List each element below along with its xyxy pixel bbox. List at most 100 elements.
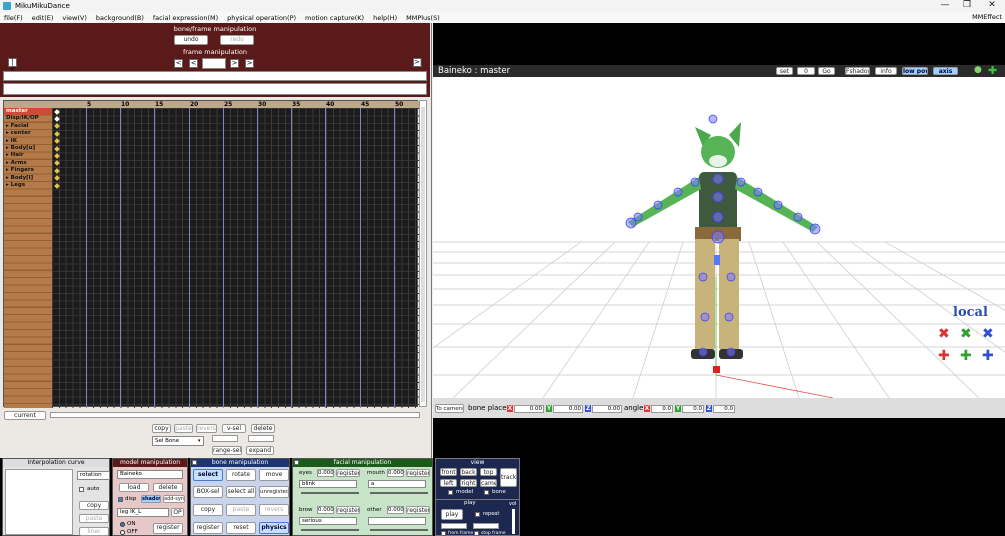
other-register-button[interactable]: register — [406, 506, 430, 514]
zoom-icon[interactable]: ● — [974, 65, 982, 75]
place-y-input[interactable]: 0.00 — [553, 405, 583, 413]
move-z-icon[interactable]: ✚ — [982, 348, 994, 364]
interp-copy-button[interactable]: copy — [79, 501, 109, 510]
keyframe-marker[interactable] — [54, 167, 60, 174]
move-x-icon[interactable]: ✚ — [938, 348, 950, 364]
interp-paste-button[interactable]: paste — [79, 514, 109, 523]
bone-copy-button[interactable]: copy — [193, 504, 223, 516]
track-body-upper[interactable]: ▸ Body[u] — [6, 145, 35, 151]
rotate-z-icon[interactable]: ✖ — [982, 326, 994, 342]
off-radio[interactable] — [120, 530, 125, 535]
track-master[interactable]: master — [6, 108, 28, 114]
bone-register-button[interactable]: register — [193, 522, 223, 534]
prev-frame-button[interactable]: < — [189, 59, 198, 68]
angle-y-input[interactable]: 0.0 — [682, 405, 704, 413]
keyframe-marker[interactable] — [54, 130, 60, 137]
menu-mmplus[interactable]: MMPlus(S) — [406, 14, 440, 22]
keyframe-marker[interactable] — [54, 138, 60, 144]
maximize-button[interactable]: ❐ — [954, 0, 980, 12]
delete-model-button[interactable]: delete — [153, 483, 183, 492]
frame-number-input[interactable]: 0 — [202, 58, 226, 69]
view-track-button[interactable]: track — [500, 468, 517, 487]
eyes-slider[interactable] — [301, 492, 359, 494]
next-key-button[interactable]: > — [245, 59, 254, 68]
eyes-value[interactable]: 0.000 — [317, 469, 334, 477]
to-camera-button[interactable]: To camera — [435, 404, 464, 413]
add-icon[interactable]: ✚ — [988, 64, 997, 77]
model-view-checkbox[interactable] — [448, 490, 453, 495]
bone-reset-button[interactable]: reset — [226, 522, 256, 534]
other-morph-select[interactable] — [368, 517, 426, 525]
axis-button[interactable]: axis — [933, 67, 958, 75]
menu-mmeffect[interactable]: MMEffect — [972, 12, 1002, 23]
character-model[interactable] — [625, 114, 821, 373]
viewport-frame-input[interactable]: 0 — [797, 67, 815, 75]
low-pow-button[interactable]: low pow — [902, 67, 928, 75]
close-button[interactable]: ✕ — [979, 0, 1005, 12]
angle-z-input[interactable]: 0.0 — [713, 405, 735, 413]
go-button[interactable]: Go — [818, 67, 835, 75]
mouth-register-button[interactable]: register — [406, 469, 430, 477]
timeline-scrollbar[interactable] — [419, 100, 427, 407]
box-sel-button[interactable]: BOX-sel — [193, 486, 223, 498]
menu-edit[interactable]: edit(E) — [32, 14, 54, 22]
scroll-thumb[interactable] — [421, 107, 425, 402]
track-body-lower[interactable]: ▸ Body[l] — [6, 175, 33, 181]
unregisted-button[interactable]: unregisted — [259, 486, 289, 498]
reverse-frames-button[interactable]: revers — [196, 424, 217, 433]
timeline-grid[interactable] — [52, 108, 419, 408]
timeline[interactable]: 5 10 15 20 25 30 35 40 45 50 master Disp… — [3, 100, 419, 408]
redo-button[interactable]: redo — [220, 35, 254, 45]
first-frame-button[interactable]: |< — [8, 58, 17, 73]
bone-view-checkbox[interactable] — [484, 490, 489, 495]
place-x-input[interactable]: 0.00 — [514, 405, 544, 413]
undo-button[interactable]: undo — [174, 35, 208, 45]
range-start-input[interactable] — [212, 435, 238, 442]
repeat-checkbox[interactable] — [475, 512, 480, 517]
delete-frames-button[interactable]: delete — [251, 424, 275, 433]
current-button[interactable]: current — [4, 411, 46, 420]
brow-register-button[interactable]: register — [336, 506, 360, 514]
auto-checkbox[interactable] — [79, 487, 84, 492]
menu-view[interactable]: view(V) — [62, 14, 87, 22]
move-tool-button[interactable]: move — [259, 469, 289, 481]
track-center[interactable]: ▸ center — [6, 130, 31, 136]
place-z-input[interactable]: 0.00 — [592, 405, 622, 413]
select-tool-button[interactable]: select — [193, 469, 223, 481]
track-arms[interactable]: ▸ Arms — [6, 160, 27, 166]
shadow-toggle[interactable]: shadow — [141, 495, 161, 503]
track-disp-ik-op[interactable]: Disp/IK/OP — [6, 115, 39, 121]
bone-select[interactable]: leg IK_L — [117, 508, 169, 517]
brow-morph-select[interactable]: serious — [299, 517, 357, 525]
interpolation-type-select[interactable]: rotation — [77, 471, 110, 480]
volume-slider[interactable] — [512, 509, 515, 534]
track-legs[interactable]: ▸ Legs — [6, 182, 25, 188]
brow-value[interactable]: 0.000 — [317, 506, 334, 514]
view-left-button[interactable]: left — [440, 479, 457, 487]
rotate-y-icon[interactable]: ✖ — [960, 326, 972, 342]
menu-help[interactable]: help(H) — [373, 14, 397, 22]
other-value[interactable]: 0.000 — [387, 506, 404, 514]
on-radio[interactable] — [120, 522, 125, 527]
track-hair[interactable]: ▸ Hair — [6, 152, 24, 158]
mouth-value[interactable]: 0.000 — [387, 469, 404, 477]
brow-slider[interactable] — [301, 529, 359, 531]
view-back-button[interactable]: back — [460, 468, 477, 476]
track-fingers[interactable]: ▸ Fingers — [6, 167, 34, 173]
disp-checkbox[interactable] — [118, 497, 123, 502]
keyframe-marker[interactable] — [54, 175, 60, 181]
copy-frames-button[interactable]: copy — [152, 424, 171, 433]
bone-reverse-button[interactable]: revers — [259, 504, 289, 516]
angle-x-input[interactable]: 0.0 — [651, 405, 673, 413]
view-front-button[interactable]: front — [440, 468, 457, 476]
menu-physical-operation[interactable]: physical operation(P) — [227, 14, 296, 22]
3d-canvas[interactable]: local ✖ ✖ ✖ ✚ ✚ ✚ — [433, 77, 1005, 398]
interp-liner-button[interactable]: liner — [79, 527, 109, 536]
last-frame-button[interactable]: >| — [413, 58, 422, 67]
view-right-button[interactable]: right — [460, 479, 477, 487]
scene-svg[interactable] — [433, 77, 1005, 398]
rotate-tool-button[interactable]: rotate — [226, 469, 256, 481]
rotate-x-icon[interactable]: ✖ — [938, 326, 950, 342]
mouth-morph-select[interactable]: a — [368, 480, 426, 488]
set-frame-button[interactable]: set — [776, 67, 793, 75]
